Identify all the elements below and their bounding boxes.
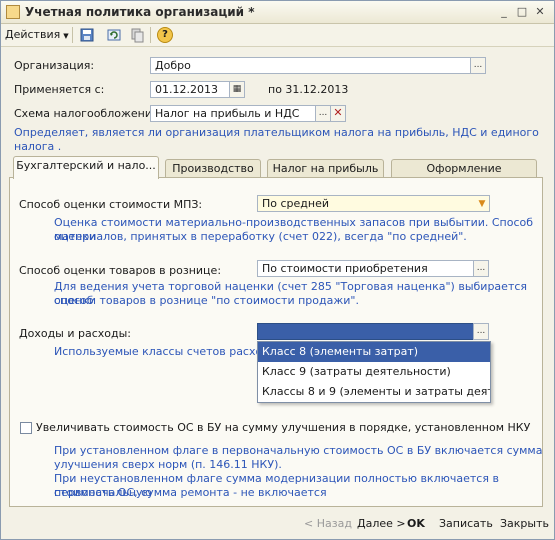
footer-bar: < Назад Далее > OK Записать Закрыть bbox=[1, 510, 554, 539]
save-and-close-icon[interactable] bbox=[79, 27, 95, 43]
ok-button[interactable]: OK bbox=[407, 517, 425, 530]
dropdown-option[interactable]: Класс 9 (затраты деятельности) bbox=[258, 362, 490, 382]
tax-scheme-select-button[interactable]: ... bbox=[315, 105, 331, 122]
os-hint-line-2: улучшения сверх норм (п. 146.11 НКУ). bbox=[54, 458, 282, 471]
organization-field[interactable]: Добро bbox=[150, 57, 471, 74]
income-expenses-select-button[interactable]: ... bbox=[473, 323, 489, 340]
income-expenses-field[interactable] bbox=[257, 323, 474, 340]
tab-production[interactable]: Производство bbox=[165, 159, 261, 178]
copy-icon[interactable] bbox=[129, 27, 145, 43]
os-improvement-label: Увеличивать стоимость ОС в БУ на сумму у… bbox=[36, 421, 531, 434]
income-expenses-label: Доходы и расходы: bbox=[19, 327, 132, 340]
chevron-down-icon: ▼ bbox=[63, 32, 69, 40]
mpz-select[interactable]: По средней bbox=[257, 195, 490, 212]
refresh-icon[interactable] bbox=[106, 27, 122, 43]
calendar-icon[interactable]: ▦ bbox=[229, 81, 245, 98]
organization-select-button[interactable]: ... bbox=[470, 57, 486, 74]
close-button[interactable]: Закрыть bbox=[500, 517, 549, 530]
os-hint-line-1: При установленном флаге в первоначальную… bbox=[54, 444, 543, 457]
toolbar-divider bbox=[150, 27, 151, 43]
title-bar: Учетная политика организаций * _ □ ✕ bbox=[1, 1, 554, 24]
save-button[interactable]: Записать bbox=[439, 517, 493, 530]
dropdown-arrow-icon[interactable]: ▼ bbox=[475, 198, 489, 210]
mpz-label: Способ оценки стоимости МПЗ: bbox=[19, 198, 203, 211]
applies-to-text: по 31.12.2013 bbox=[268, 83, 349, 96]
actions-label: Действия bbox=[5, 28, 61, 41]
retail-hint-line-2: оценки товаров в рознице "по стоимости п… bbox=[54, 294, 359, 307]
retail-select-button[interactable]: ... bbox=[473, 260, 489, 277]
actions-menu[interactable]: Действия ▼ bbox=[5, 28, 69, 41]
os-hint-line-4: стоимость ОС, сумма ремонта - не включае… bbox=[54, 486, 327, 499]
help-icon[interactable]: ? bbox=[157, 27, 173, 43]
minimize-button[interactable]: _ bbox=[496, 5, 512, 19]
tax-scheme-field[interactable]: Налог на прибыль и НДС bbox=[150, 105, 316, 122]
income-expenses-hint: Используемые классы счетов расходов bbox=[54, 345, 284, 358]
dropdown-option[interactable]: Классы 8 и 9 (элементы и затраты деятел.… bbox=[258, 382, 490, 402]
retail-label: Способ оценки товаров в рознице: bbox=[19, 264, 222, 277]
retail-field[interactable]: По стоимости приобретения bbox=[257, 260, 474, 277]
close-window-button[interactable]: ✕ bbox=[532, 5, 548, 19]
toolbar-divider bbox=[72, 27, 73, 43]
toolbar: Действия ▼ ? bbox=[1, 24, 554, 47]
window-title: Учетная политика организаций * bbox=[25, 5, 255, 19]
classes-dropdown-list: Класс 8 (элементы затрат) Класс 9 (затра… bbox=[257, 341, 491, 403]
policy-window: Учетная политика организаций * _ □ ✕ Дей… bbox=[0, 0, 555, 540]
applies-from-label: Применяется с: bbox=[14, 83, 105, 96]
mpz-hint-line-2: материалов, принятых в переработку (счет… bbox=[54, 230, 467, 243]
clear-icon[interactable]: ✕ bbox=[330, 105, 346, 122]
os-improvement-checkbox[interactable] bbox=[20, 422, 32, 434]
tax-scheme-label: Схема налогообложения: bbox=[14, 107, 163, 120]
next-button[interactable]: Далее > bbox=[357, 517, 406, 530]
tab-profit-tax[interactable]: Налог на прибыль bbox=[267, 159, 384, 178]
applies-from-field[interactable]: 01.12.2013 bbox=[150, 81, 230, 98]
document-icon bbox=[6, 5, 20, 19]
maximize-button[interactable]: □ bbox=[514, 5, 530, 19]
dropdown-option[interactable]: Класс 8 (элементы затрат) bbox=[258, 342, 490, 362]
tab-accounting[interactable]: Бухгалтерский и нало... bbox=[13, 156, 159, 179]
back-button[interactable]: < Назад bbox=[304, 517, 352, 530]
tab-strip: Бухгалтерский и нало... Производство Нал… bbox=[13, 156, 541, 193]
tab-tax-documents[interactable]: Оформление налоговы... bbox=[391, 159, 537, 193]
tax-scheme-hint: Определяет, является ли организация плат… bbox=[14, 126, 539, 153]
organization-label: Организация: bbox=[14, 59, 95, 72]
